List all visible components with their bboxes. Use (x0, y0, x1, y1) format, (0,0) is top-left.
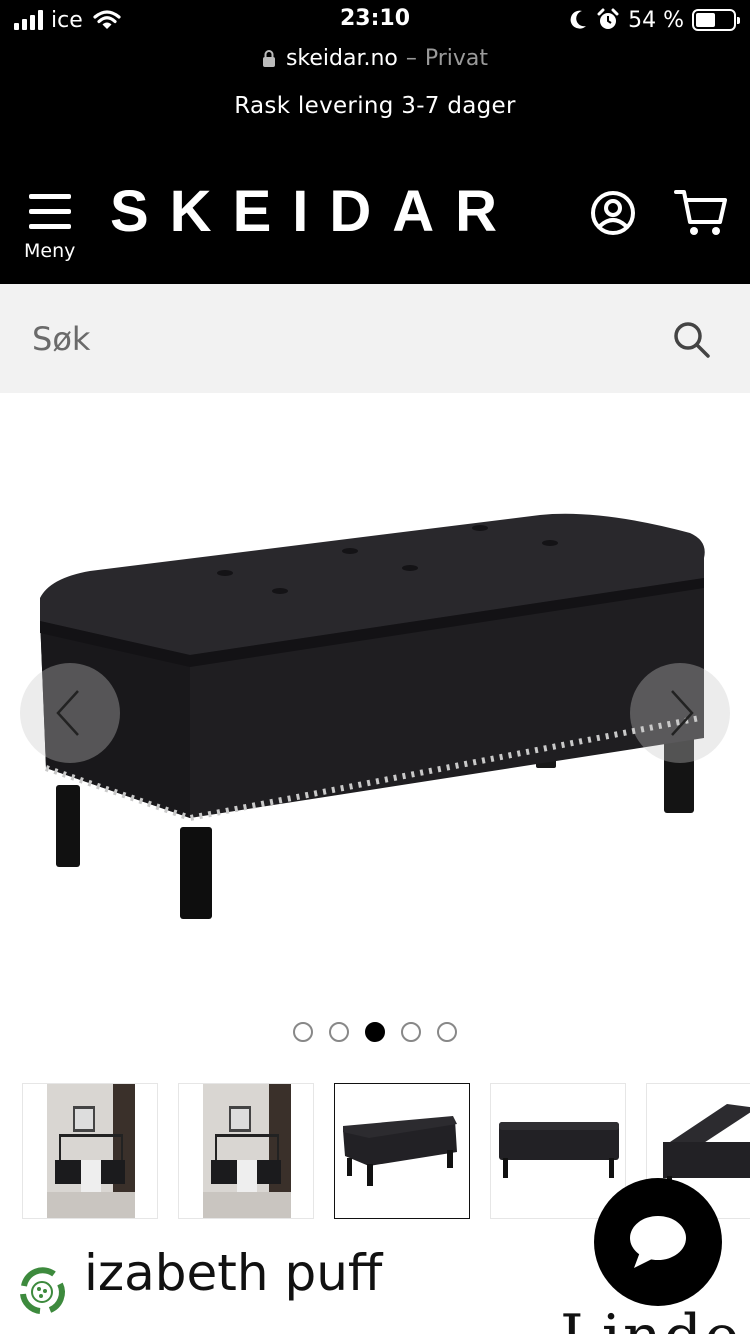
carousel-dot-1[interactable] (293, 1022, 313, 1042)
url-domain: skeidar.no (285, 45, 398, 71)
thumbnail-1[interactable] (22, 1083, 158, 1219)
recycle-badge-icon[interactable] (14, 1264, 70, 1320)
chevron-right-icon (671, 690, 694, 736)
promo-banner: Rask levering 3-7 dager (0, 76, 750, 136)
thumbnail-3[interactable] (334, 1083, 470, 1219)
thumbnail-image (47, 1084, 135, 1218)
chat-bubble-icon (630, 1216, 686, 1268)
search-icon[interactable] (672, 320, 712, 360)
thumbnail-image (203, 1084, 291, 1218)
carousel-dot-2[interactable] (329, 1022, 349, 1042)
search-bar (0, 284, 750, 393)
battery-percent: 54 % (628, 7, 684, 33)
status-right: 54 % (568, 6, 740, 34)
url-separator: – (405, 45, 417, 71)
carousel-dot-4[interactable] (401, 1022, 421, 1042)
partial-brand-text: Linde (560, 1302, 742, 1334)
moon-icon (570, 10, 587, 29)
private-mode-label: Privat (424, 45, 489, 71)
battery-icon (692, 9, 740, 31)
next-image-button[interactable] (630, 663, 730, 763)
browser-url-bar[interactable]: skeidar.no – Privat (0, 40, 750, 76)
battery-fill (696, 13, 716, 27)
alarm-icon (597, 8, 619, 29)
status-bar: ice 23:10 54 % (0, 0, 750, 40)
site-header: Meny SKEIDAR (0, 136, 750, 284)
carousel-pagination (0, 1022, 750, 1044)
lock-icon (262, 50, 275, 67)
carousel-dot-5[interactable] (437, 1022, 457, 1042)
thumbnail-2[interactable] (178, 1083, 314, 1219)
account-icon[interactable] (590, 190, 636, 236)
thumbnail-image (343, 1116, 457, 1186)
chat-button[interactable] (594, 1178, 722, 1306)
previous-image-button[interactable] (20, 663, 120, 763)
skeidar-logo[interactable]: SKEIDAR (110, 178, 550, 248)
menu-button[interactable]: Meny (24, 188, 80, 268)
search-input[interactable] (32, 314, 632, 364)
promo-text: Rask levering 3-7 dager (234, 93, 516, 119)
chevron-left-icon (56, 690, 79, 736)
carousel-dot-3[interactable] (365, 1022, 385, 1042)
product-image-gallery[interactable] (0, 393, 750, 1005)
cart-icon[interactable] (674, 188, 728, 238)
menu-icon (29, 194, 71, 230)
menu-label: Meny (24, 240, 76, 262)
product-title: izabeth puff (84, 1244, 383, 1302)
